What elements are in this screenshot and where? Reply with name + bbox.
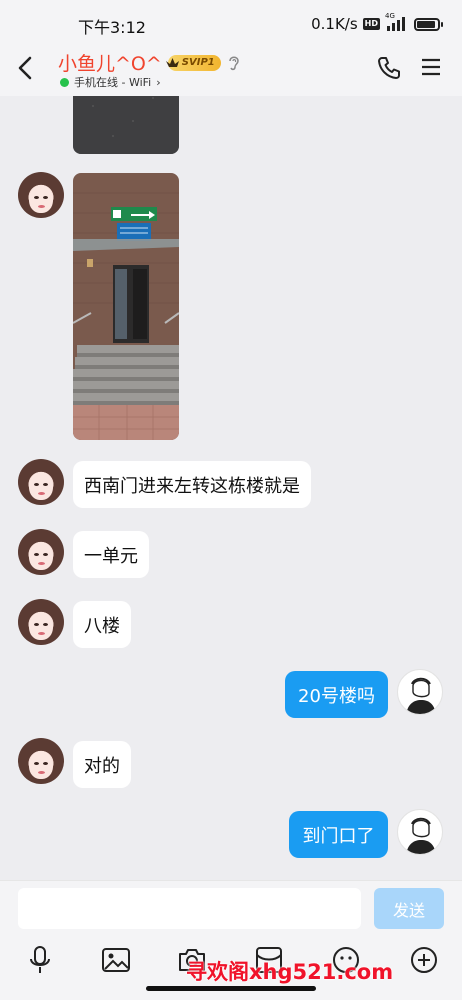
svip-label: SVIP1	[181, 57, 215, 68]
message-bubble-sent[interactable]: 20号楼吗	[285, 671, 388, 718]
online-status-text: 手机在线 - WiFi	[74, 76, 152, 89]
contact-avatar[interactable]	[18, 459, 64, 505]
menu-icon[interactable]	[420, 56, 442, 78]
online-dot-icon	[60, 77, 69, 87]
title-row[interactable]: 小鱼儿^O^ SVIP1	[58, 49, 241, 76]
contact-avatar[interactable]	[18, 599, 64, 645]
status-bar: 下午3:12 0.1K/s HD 4G	[0, 0, 462, 46]
home-indicator[interactable]	[146, 986, 316, 991]
plus-icon[interactable]	[408, 945, 440, 975]
image-icon[interactable]	[100, 945, 132, 975]
back-icon[interactable]	[14, 54, 40, 82]
contact-name[interactable]: 小鱼儿^O^	[58, 49, 162, 76]
status-time: 下午3:12	[78, 18, 146, 37]
network-type: 4G	[385, 12, 395, 20]
image-message[interactable]	[73, 96, 179, 154]
chat-messages[interactable]: 西南门进来左转这栋楼就是 一单元 八楼 20号楼吗 对的 到门口了	[0, 96, 462, 880]
svip-badge: SVIP1	[165, 54, 221, 71]
crown-icon	[165, 57, 179, 67]
message-bubble[interactable]: 对的	[73, 741, 131, 788]
message-bubble[interactable]: 一单元	[73, 531, 149, 578]
message-bubble-sent[interactable]: 到门口了	[289, 811, 388, 858]
hd-badge: HD	[362, 18, 380, 30]
ear-icon	[229, 56, 239, 70]
status-indicators: 0.1K/s HD 4G	[311, 12, 443, 35]
microphone-icon[interactable]	[24, 945, 56, 975]
contact-avatar[interactable]	[18, 738, 64, 784]
image-message[interactable]	[73, 173, 179, 440]
online-status[interactable]: 手机在线 - WiFi ›	[60, 74, 161, 90]
network-speed: 0.1K/s	[311, 15, 358, 33]
watermark-text: 寻欢阁xhg521.com	[186, 960, 394, 984]
contact-avatar[interactable]	[18, 529, 64, 575]
chat-header: 小鱼儿^O^ SVIP1 手机在线 - WiFi ›	[0, 46, 462, 96]
signal-icon: 4G	[385, 12, 407, 33]
contact-avatar[interactable]	[18, 172, 64, 218]
battery-icon	[414, 17, 443, 31]
message-input[interactable]	[18, 888, 361, 929]
message-bubble[interactable]: 西南门进来左转这栋楼就是	[73, 461, 311, 508]
phone-icon[interactable]	[376, 55, 402, 81]
user-avatar[interactable]	[397, 809, 443, 855]
send-button[interactable]: 发送	[374, 888, 444, 929]
chevron-right-icon: ›	[156, 75, 161, 89]
user-avatar[interactable]	[397, 669, 443, 715]
message-bubble[interactable]: 八楼	[73, 601, 131, 648]
